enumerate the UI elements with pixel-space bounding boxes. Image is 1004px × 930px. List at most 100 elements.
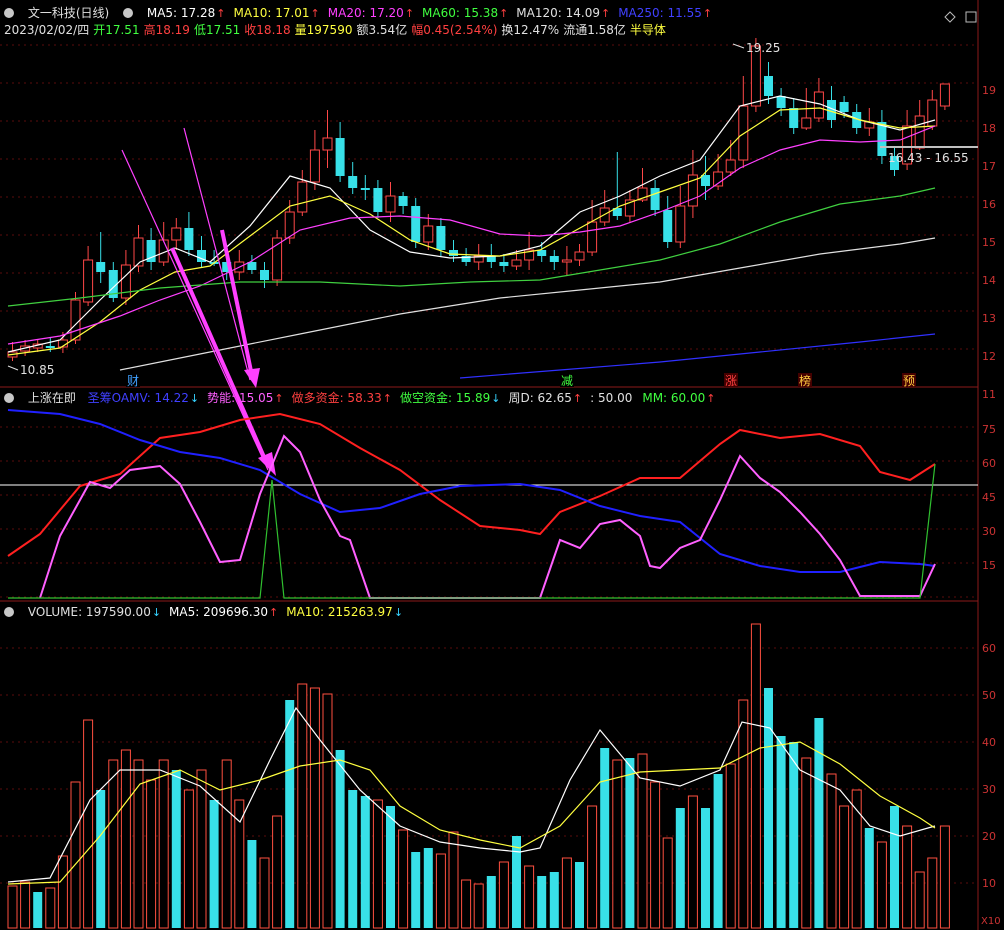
volume-bar	[750, 623, 761, 929]
volume-bar	[259, 857, 270, 929]
volume-bar	[322, 693, 333, 929]
candle-body	[297, 181, 308, 213]
volume-bar	[96, 790, 106, 928]
ma10-line	[7, 107, 936, 356]
kline-chart[interactable]: 19.25 10.85 16.43 - 16.55 财 减 涨 榜 预	[0, 0, 1004, 930]
candle-body	[411, 206, 421, 242]
volume-bar	[448, 831, 459, 929]
candle-body	[322, 137, 333, 151]
candle-body	[587, 221, 598, 253]
volume-bar	[738, 699, 749, 929]
volume-bar	[57, 855, 68, 929]
candle-body	[335, 138, 345, 176]
candle-body	[348, 176, 358, 188]
candle-body	[398, 196, 408, 206]
potential-line	[39, 434, 936, 599]
volume-bar	[650, 781, 661, 929]
axis-label: 50	[982, 689, 996, 702]
volume-bar	[524, 865, 535, 929]
volume-bar	[826, 773, 837, 929]
arrow-guide	[121, 149, 269, 471]
candle-body	[839, 102, 849, 112]
volume-bar	[108, 759, 119, 929]
axis-label: 20	[982, 830, 996, 843]
axis-label: 11	[982, 388, 996, 401]
short-fund-line	[8, 463, 936, 599]
event-tag: 减	[561, 374, 573, 388]
candle-body	[663, 210, 673, 242]
volume-bar	[372, 799, 383, 929]
volume-bar	[83, 719, 94, 929]
volume-bar	[461, 879, 472, 929]
axis-label: 12	[982, 350, 996, 363]
axis-label: 15	[982, 236, 996, 249]
ma20-line	[7, 125, 936, 345]
volume-bar	[600, 748, 610, 928]
volume-bar	[70, 781, 81, 929]
volume-bar	[512, 836, 521, 928]
volume-bar	[789, 742, 799, 928]
volume-unit: X10	[981, 916, 1001, 927]
volume-bar	[549, 872, 559, 928]
candle-body	[96, 262, 106, 272]
axis-label: 45	[982, 491, 996, 504]
ma5-line	[7, 95, 936, 353]
volume-bar	[612, 759, 623, 929]
candle-body	[675, 205, 686, 243]
volume-bar	[272, 815, 283, 929]
volume-bar	[335, 750, 345, 928]
candle-body	[801, 117, 812, 129]
volume-bar	[814, 718, 824, 928]
event-tag: 榜	[799, 373, 811, 388]
volume-bar	[902, 825, 913, 929]
range-label: 16.43 - 16.55	[888, 151, 969, 165]
candle-body	[939, 83, 950, 107]
ma250-line	[459, 333, 936, 379]
volume-bar	[20, 881, 31, 929]
volume-bar	[285, 700, 295, 928]
arrow-guide	[183, 127, 251, 381]
candle-body	[537, 250, 547, 256]
candle-body	[184, 228, 194, 250]
candle-body	[650, 188, 660, 210]
event-tag: 财	[127, 374, 139, 388]
volume-bar	[7, 885, 18, 929]
axis-label: 13	[982, 312, 996, 325]
volume-bar	[927, 857, 938, 929]
diamond-icon	[944, 11, 956, 23]
volume-bar	[914, 871, 925, 929]
volume-bar	[637, 753, 648, 929]
volume-bar	[939, 825, 950, 929]
candle-body	[738, 105, 749, 161]
candle-body	[260, 270, 269, 280]
volume-bar	[890, 806, 899, 928]
volume-bar	[801, 757, 812, 929]
candle-body	[385, 195, 396, 213]
volume-bar	[348, 790, 358, 928]
volume-bar	[146, 779, 157, 929]
pink-arrow-2	[220, 229, 254, 377]
volume-bar	[864, 828, 874, 928]
candle-body	[449, 250, 458, 256]
volume-bar	[764, 688, 773, 928]
volume-bar	[713, 774, 723, 928]
event-tag: 预	[903, 374, 915, 388]
volume-bar	[196, 769, 207, 929]
volume-bar	[221, 759, 232, 929]
volume-bar	[587, 805, 598, 929]
candle-body	[789, 108, 799, 128]
volume-bar	[209, 800, 219, 928]
volume-bar	[776, 736, 786, 928]
volume-bar	[435, 853, 446, 929]
axis-label: 15	[982, 559, 996, 572]
volume-bar	[675, 808, 685, 928]
candle-body	[764, 76, 773, 96]
volume-bar	[473, 883, 484, 929]
axis-label: 10	[982, 877, 996, 890]
axis-label: 14	[982, 274, 996, 287]
candle-body	[423, 225, 434, 243]
volume-bar	[411, 852, 421, 928]
volume-bar	[701, 808, 710, 928]
volume-bar	[158, 759, 169, 929]
candle-body	[549, 256, 559, 262]
